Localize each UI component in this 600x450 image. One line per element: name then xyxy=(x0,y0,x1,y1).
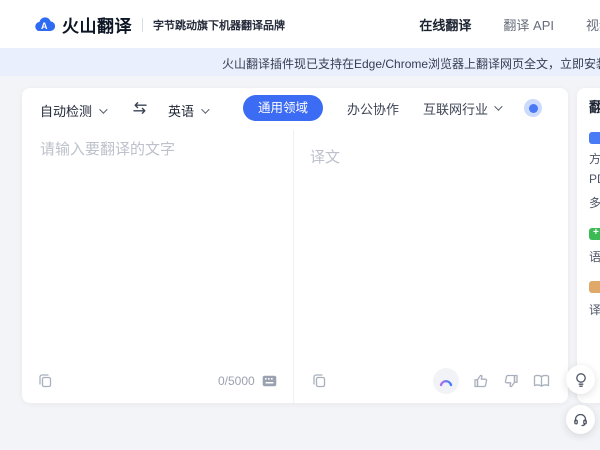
brand-tagline: 字节跳动旗下机器翻译品牌 xyxy=(153,17,285,33)
add-language-icon xyxy=(589,228,600,240)
nav-translate-api[interactable]: 翻译 API xyxy=(503,15,554,34)
source-text-input[interactable] xyxy=(40,138,280,368)
copy-source-icon[interactable] xyxy=(38,373,53,388)
plugin-sidebar: 翻 方 PD 多 语 译 xyxy=(577,88,600,403)
panel-divider xyxy=(293,130,294,403)
top-nav: 在线翻译 翻译 API 视频 xyxy=(419,0,600,48)
translator-toolbar: 自动检测 英语 通用领域 办公协作 互联网行业 xyxy=(22,88,568,130)
customer-service-button[interactable] xyxy=(566,405,595,434)
char-counter: 0/5000 xyxy=(218,374,255,388)
headset-icon xyxy=(573,412,588,427)
browser-plugin-icon xyxy=(589,132,600,144)
sidebar-text: 多 xyxy=(589,194,600,211)
chevron-down-icon xyxy=(494,102,502,110)
nav-online-translate[interactable]: 在线翻译 xyxy=(419,15,471,34)
thumbs-down-icon[interactable] xyxy=(503,373,519,389)
tab-office-collaboration[interactable]: 办公协作 xyxy=(347,99,399,118)
folder-icon xyxy=(589,281,600,293)
copy-result-icon[interactable] xyxy=(312,373,327,388)
swap-languages-button[interactable] xyxy=(132,101,148,115)
banner-text: 火山翻译插件现已支持在Edge/Chrome浏览器上翻译网页全文，立即安装体验吧 xyxy=(222,55,600,72)
chevron-down-icon xyxy=(201,105,209,113)
logo-text: 火山翻译 xyxy=(62,12,132,37)
plugin-promo-banner[interactable]: 火山翻译插件现已支持在Edge/Chrome浏览器上翻译网页全文，立即安装体验吧 xyxy=(0,48,600,76)
source-language-label: 自动检测 xyxy=(40,101,92,120)
domain-tabs: 通用领域 办公协作 互联网行业 xyxy=(243,95,542,121)
sidebar-title: 翻 xyxy=(589,97,600,117)
sidebar-text: PD xyxy=(589,172,600,186)
feedback-button[interactable] xyxy=(566,365,595,394)
svg-text:A: A xyxy=(41,21,48,31)
sidebar-text: 语 xyxy=(589,248,600,265)
ai-gradient-arc-button[interactable] xyxy=(433,368,459,394)
translator-card: 自动检测 英语 通用领域 办公协作 互联网行业 xyxy=(22,88,568,403)
char-counter-group: 0/5000 xyxy=(218,374,277,388)
target-language-selector[interactable]: 英语 xyxy=(168,101,207,120)
volcano-translate-page: A 火山翻译 字节跳动旗下机器翻译品牌 在线翻译 翻译 API 视频 火山翻译插… xyxy=(0,0,600,450)
source-language-selector[interactable]: 自动检测 xyxy=(40,101,105,120)
lightbulb-icon xyxy=(574,372,588,388)
sidebar-text: 译 xyxy=(589,301,600,318)
target-language-label: 英语 xyxy=(168,101,194,120)
logo[interactable]: A 火山翻译 字节跳动旗下机器翻译品牌 xyxy=(33,12,285,37)
target-placeholder: 译文 xyxy=(310,146,340,167)
volcano-logo-icon: A xyxy=(33,14,57,36)
nav-video[interactable]: 视频 xyxy=(586,15,600,34)
logo-separator xyxy=(142,18,143,32)
tab-general-domain[interactable]: 通用领域 xyxy=(243,95,323,121)
header: A 火山翻译 字节跳动旗下机器翻译品牌 在线翻译 翻译 API 视频 xyxy=(0,0,600,48)
chevron-down-icon xyxy=(99,105,107,113)
keyboard-icon[interactable] xyxy=(262,375,277,387)
thumbs-up-icon[interactable] xyxy=(473,373,489,389)
tab-internet-industry[interactable]: 互联网行业 xyxy=(423,99,500,118)
result-actions xyxy=(433,368,550,394)
dictionary-book-icon[interactable] xyxy=(533,374,550,388)
domain-indicator-dot[interactable] xyxy=(524,99,542,117)
sidebar-text: 方 xyxy=(589,150,600,167)
